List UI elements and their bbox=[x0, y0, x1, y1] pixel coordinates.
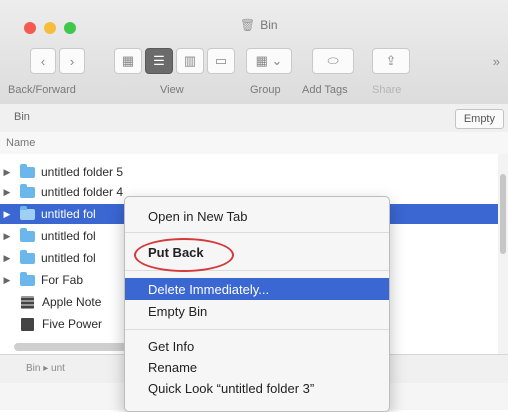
column-header: Name bbox=[0, 132, 508, 155]
menu-item-empty-bin[interactable]: Empty Bin bbox=[125, 300, 389, 322]
share-button[interactable]: ⇪ bbox=[372, 48, 410, 74]
finder-window: 🗑 Bin ‹ › ▦ ☰ ▥ ▭ ▦ ⌄ ⬭ ⇪ » Back/Forward … bbox=[0, 0, 508, 412]
tags-group: ⬭ bbox=[312, 48, 354, 74]
document-icon bbox=[21, 295, 34, 309]
disclosure-triangle-icon[interactable]: ▶ bbox=[0, 253, 14, 264]
forward-button[interactable]: › bbox=[59, 48, 85, 74]
empty-button[interactable]: Empty bbox=[454, 109, 504, 129]
column-view-button[interactable]: ▥ bbox=[176, 48, 204, 74]
location-title: Bin bbox=[14, 111, 30, 123]
annotation-circle bbox=[134, 238, 234, 272]
menu-item-rename[interactable]: Rename bbox=[125, 356, 389, 378]
menu-item-delete-immediately[interactable]: Delete Immediately... bbox=[125, 278, 389, 300]
share-group: ⇪ bbox=[372, 48, 410, 74]
menu-item-open-in-new-tab[interactable]: Open in New Tab bbox=[125, 205, 389, 227]
vertical-scrollbar[interactable] bbox=[498, 154, 508, 354]
list-icon: ☰ bbox=[153, 53, 165, 68]
path-bar: Bin Empty bbox=[0, 104, 508, 133]
vertical-scroll-thumb[interactable] bbox=[500, 174, 506, 254]
file-name: untitled folder 4 bbox=[41, 185, 124, 199]
window-title-text: Bin bbox=[260, 18, 278, 32]
grid-icon: ▦ bbox=[121, 53, 135, 68]
name-column-header[interactable]: Name bbox=[6, 137, 35, 149]
close-button[interactable] bbox=[24, 22, 36, 34]
chevron-left-icon: ‹ bbox=[40, 53, 46, 69]
group-button[interactable]: ▦ ⌄ bbox=[246, 48, 292, 74]
disclosure-triangle-icon[interactable]: ▶ bbox=[0, 167, 14, 178]
file-name: Five Power bbox=[42, 317, 103, 331]
file-name: untitled folder 5 bbox=[41, 165, 124, 179]
folder-icon bbox=[20, 249, 35, 264]
tag-icon: ⬭ bbox=[327, 53, 339, 68]
share-icon: ⇪ bbox=[385, 53, 397, 68]
gallery-view-button[interactable]: ▭ bbox=[207, 48, 235, 74]
zoom-button[interactable] bbox=[64, 22, 76, 34]
document-icon bbox=[21, 317, 34, 331]
disclosure-triangle-icon[interactable]: ▶ bbox=[0, 209, 14, 220]
file-name: untitled fol bbox=[41, 229, 96, 243]
disclosure-triangle-icon[interactable]: ▶ bbox=[0, 187, 14, 198]
view-group: ▦ ☰ ▥ ▭ bbox=[114, 48, 235, 74]
back-button[interactable]: ‹ bbox=[30, 48, 56, 74]
window-title: 🗑 Bin bbox=[240, 18, 278, 32]
list-item[interactable]: ▶ untitled folder 5 bbox=[0, 162, 498, 182]
icon-view-button[interactable]: ▦ bbox=[114, 48, 142, 74]
add-tags-label: Add Tags bbox=[302, 84, 348, 96]
file-name: Apple Note bbox=[42, 295, 102, 309]
group-label: Group bbox=[250, 84, 281, 96]
back-forward-label: Back/Forward bbox=[8, 84, 76, 96]
folder-icon bbox=[20, 271, 35, 286]
trash-icon: 🗑 bbox=[240, 18, 256, 32]
chevron-right-icon: › bbox=[69, 53, 75, 69]
minimize-button[interactable] bbox=[44, 22, 56, 34]
bottom-path-text[interactable]: Bin ▸ unt bbox=[26, 363, 65, 374]
file-name: untitled fol bbox=[41, 207, 96, 221]
folder-icon bbox=[20, 227, 35, 242]
file-name: untitled fol bbox=[41, 251, 96, 265]
columns-icon: ▥ bbox=[183, 53, 197, 68]
view-label: View bbox=[160, 84, 184, 96]
file-name: For Fab bbox=[41, 273, 84, 287]
menu-item-get-info[interactable]: Get Info bbox=[125, 335, 389, 357]
disclosure-triangle-icon[interactable]: ▶ bbox=[0, 275, 14, 286]
add-tags-button[interactable]: ⬭ bbox=[312, 48, 354, 74]
folder-icon bbox=[20, 163, 35, 178]
group-icon: ▦ ⌄ bbox=[255, 53, 283, 68]
share-label: Share bbox=[372, 84, 402, 96]
folder-icon bbox=[20, 183, 35, 198]
context-menu: Open in New Tab Put Back Delete Immediat… bbox=[124, 196, 390, 412]
folder-icon bbox=[20, 205, 35, 220]
back-forward-group: ‹ › bbox=[30, 48, 85, 74]
list-view-button[interactable]: ☰ bbox=[145, 48, 173, 74]
disclosure-triangle-icon[interactable]: ▶ bbox=[0, 231, 14, 242]
group-menu[interactable]: ▦ ⌄ bbox=[246, 48, 292, 74]
menu-separator bbox=[125, 329, 389, 330]
menu-item-quick-look[interactable]: Quick Look “untitled folder 3” bbox=[125, 377, 389, 399]
toolbar: 🗑 Bin ‹ › ▦ ☰ ▥ ▭ ▦ ⌄ ⬭ ⇪ » Back/Forward … bbox=[0, 0, 508, 105]
gallery-icon: ▭ bbox=[214, 53, 228, 68]
overflow-icon[interactable]: » bbox=[493, 54, 500, 69]
menu-separator bbox=[125, 232, 389, 233]
